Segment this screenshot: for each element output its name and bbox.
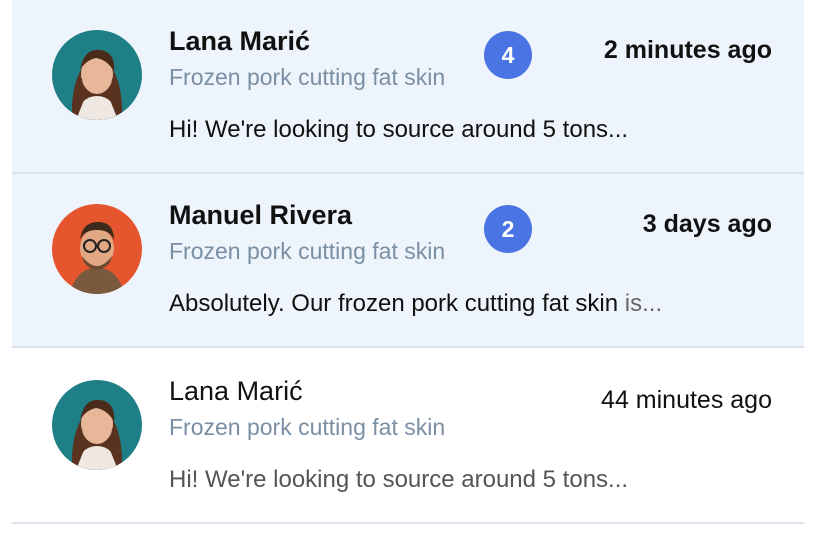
avatar: [52, 380, 142, 470]
woman-avatar-icon: [52, 380, 142, 470]
man-avatar-icon: [52, 204, 142, 294]
conversation-item[interactable]: Lana Marić Frozen pork cutting fat skin …: [12, 350, 804, 524]
conversation-item[interactable]: Manuel Rivera Frozen pork cutting fat sk…: [12, 174, 804, 348]
timestamp: 44 minutes ago: [601, 386, 772, 414]
message-preview: Hi! We're looking to source around 5 ton…: [169, 116, 628, 144]
unread-count-badge: 2: [484, 205, 532, 253]
message-preview-text: Hi! We're looking to source around 5 ton…: [169, 116, 629, 143]
avatar: [52, 30, 142, 120]
sender-name: Lana Marić: [169, 26, 311, 56]
message-preview-text: Hi! We're looking to source around 5 ton…: [169, 466, 629, 493]
unread-count-badge: 4: [484, 31, 532, 79]
timestamp: 3 days ago: [642, 210, 772, 238]
woman-avatar-icon: [52, 30, 142, 120]
timestamp: 2 minutes ago: [603, 36, 772, 64]
conversation-subject: Frozen pork cutting fat skin: [169, 64, 446, 90]
conversation-subject: Frozen pork cutting fat skin: [169, 414, 446, 440]
sender-name: Manuel Rivera: [169, 200, 353, 230]
conversation-item[interactable]: Lana Marić Frozen pork cutting fat skin …: [12, 0, 804, 174]
message-preview: Absolutely. Our frozen pork cutting fat …: [169, 290, 662, 318]
message-preview: Hi! We're looking to source around 5 ton…: [169, 466, 628, 494]
message-preview-rest: is...: [618, 290, 663, 317]
conversation-subject: Frozen pork cutting fat skin: [169, 238, 446, 264]
avatar: [52, 204, 142, 294]
message-preview-text: Absolutely. Our frozen pork cutting fat …: [169, 290, 619, 317]
conversation-list: Lana Marić Frozen pork cutting fat skin …: [0, 0, 814, 542]
sender-name: Lana Marić: [169, 376, 303, 406]
